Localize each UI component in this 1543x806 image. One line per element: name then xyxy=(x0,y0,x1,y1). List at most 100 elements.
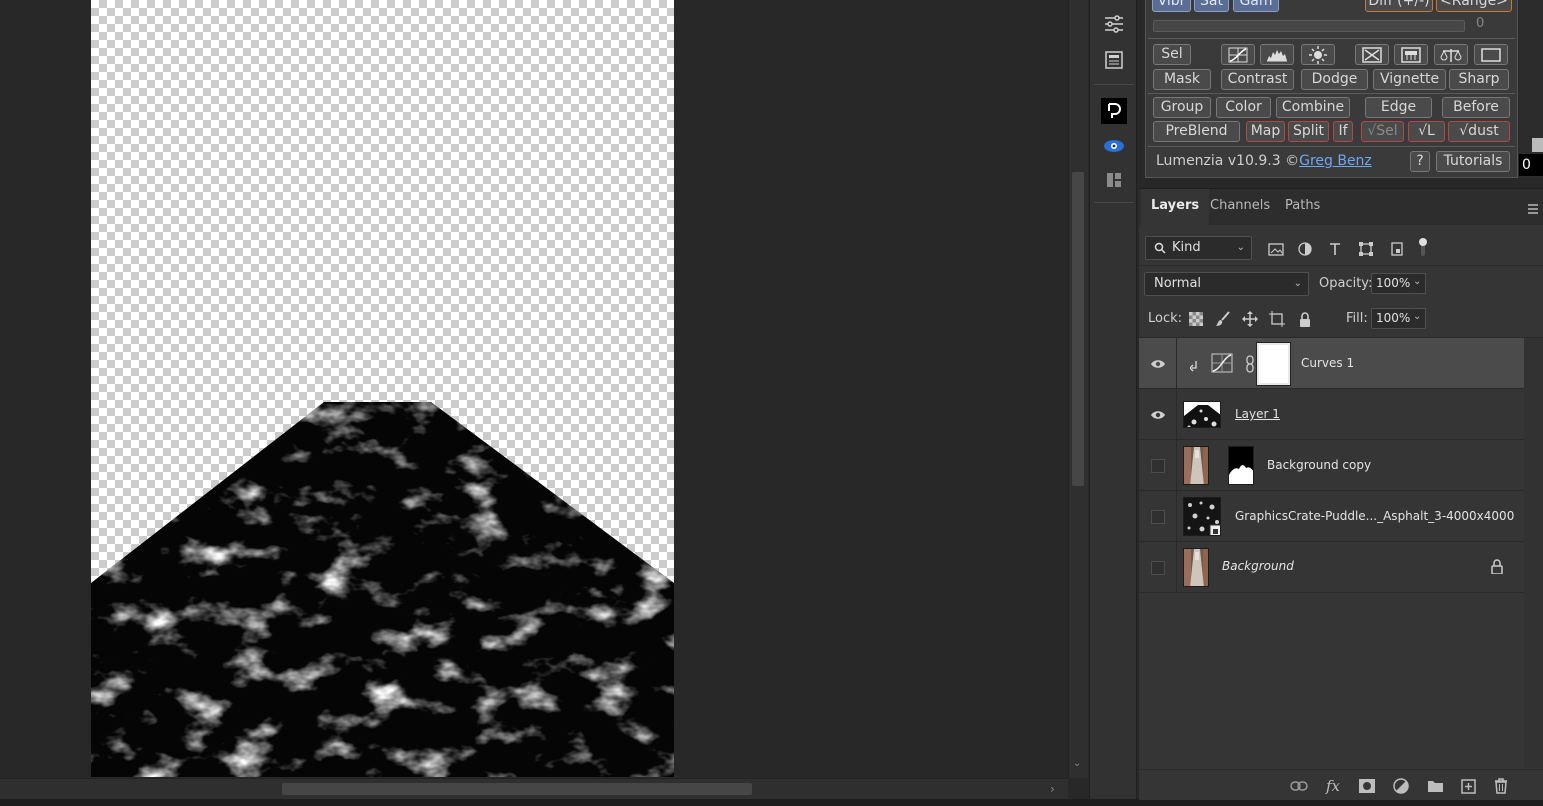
gam-button[interactable]: Gam xyxy=(1233,0,1279,12)
layer-name[interactable]: Curves 1 xyxy=(1301,356,1354,370)
tab-paths[interactable]: Paths xyxy=(1275,189,1330,225)
lock-all-icon[interactable] xyxy=(1296,310,1314,328)
split-button[interactable]: Split xyxy=(1288,121,1329,142)
visibility-toggle[interactable] xyxy=(1139,491,1177,542)
layer-name[interactable]: GraphicsCrate-Puddle..._Asphalt_3-4000x4… xyxy=(1235,509,1514,523)
filter-pixel-icon[interactable] xyxy=(1267,240,1285,258)
sat-button[interactable]: Sat xyxy=(1194,0,1229,12)
lumenzia-slider[interactable] xyxy=(1153,20,1465,32)
libraries-icon[interactable] xyxy=(1102,48,1126,72)
layer-row-background-copy[interactable]: Background copy xyxy=(1139,440,1524,491)
tab-channels[interactable]: Channels xyxy=(1200,189,1280,225)
new-group-icon[interactable] xyxy=(1425,776,1445,796)
fill-input[interactable]: 100% xyxy=(1371,308,1411,329)
combine-button[interactable]: Combine xyxy=(1276,97,1350,118)
brightness-icon[interactable] xyxy=(1301,44,1335,65)
layer-mask-thumbnail[interactable] xyxy=(1256,342,1291,386)
layer-name[interactable]: Layer 1 xyxy=(1235,407,1280,421)
layer-thumbnail[interactable] xyxy=(1183,497,1221,536)
layer-thumbnail[interactable] xyxy=(1183,446,1209,485)
dlogo-plugin-icon[interactable] xyxy=(1101,98,1127,124)
check-dust-button[interactable]: √dust xyxy=(1448,121,1510,142)
map-button[interactable]: Map xyxy=(1246,121,1285,142)
balance-scale-icon[interactable] xyxy=(1434,44,1468,65)
scroll-down-arrow-icon[interactable]: ⌄ xyxy=(1073,758,1081,769)
side-scroll-grip[interactable] xyxy=(1532,138,1543,152)
puzzle-plugin-icon[interactable] xyxy=(1102,168,1126,192)
exposure-box-icon[interactable] xyxy=(1355,44,1389,65)
opacity-dropdown[interactable]: ⌄ xyxy=(1410,273,1426,294)
document-workspace[interactable] xyxy=(0,0,1068,778)
mask-button[interactable]: Mask xyxy=(1153,69,1211,90)
filter-toggle[interactable] xyxy=(1418,236,1428,258)
blend-mode-select[interactable]: Normal ⌄ xyxy=(1144,272,1309,296)
tutorials-button[interactable]: Tutorials xyxy=(1436,151,1510,172)
diff-button[interactable]: Diff (+/-) xyxy=(1365,0,1433,12)
layer-name[interactable]: Background copy xyxy=(1267,458,1371,472)
layer-row-curves-1[interactable]: Curves 1 xyxy=(1139,338,1524,389)
visibility-toggle[interactable] xyxy=(1139,389,1177,440)
eye-plugin-icon[interactable] xyxy=(1102,134,1126,158)
chain-link-icon[interactable] xyxy=(1245,355,1255,377)
lock-position-move-icon[interactable] xyxy=(1241,310,1259,328)
lock-icon[interactable] xyxy=(1491,559,1503,578)
histogram-icon[interactable] xyxy=(1260,44,1294,65)
filter-adjustment-icon[interactable] xyxy=(1296,240,1314,258)
layer-name[interactable]: Background xyxy=(1222,559,1294,573)
author-link[interactable]: Greg Benz xyxy=(1299,153,1372,169)
lock-artboard-icon[interactable] xyxy=(1268,310,1286,328)
opacity-input[interactable]: 100% xyxy=(1371,273,1411,294)
fx-icon[interactable]: fx xyxy=(1323,776,1343,796)
sharp-button[interactable]: Sharp xyxy=(1449,69,1509,90)
vertical-scroll-thumb[interactable] xyxy=(1072,172,1084,486)
document-canvas[interactable] xyxy=(91,0,674,777)
preblend-button[interactable]: PreBlend xyxy=(1153,121,1240,142)
layer-thumbnail[interactable] xyxy=(1183,401,1221,428)
lock-transparent-icon[interactable] xyxy=(1187,310,1205,328)
filter-smart-object-icon[interactable] xyxy=(1388,240,1406,258)
frame-box-icon[interactable] xyxy=(1474,44,1508,65)
vibr-button[interactable]: Vibr xyxy=(1152,0,1191,12)
layer-list-scrollbar[interactable] xyxy=(1524,338,1543,768)
panel-menu-icon[interactable] xyxy=(1527,199,1539,218)
lock-paint-brush-icon[interactable] xyxy=(1214,310,1232,328)
vignette-button[interactable]: Vignette xyxy=(1373,69,1446,90)
layer-thumbnail[interactable] xyxy=(1183,548,1209,587)
vertical-scrollbar[interactable]: ⌄ xyxy=(1068,0,1088,778)
add-mask-icon[interactable] xyxy=(1357,776,1377,796)
visibility-toggle[interactable] xyxy=(1139,440,1177,491)
layer-row-asphalt-smart-object[interactable]: GraphicsCrate-Puddle..._Asphalt_3-4000x4… xyxy=(1139,491,1524,542)
visibility-toggle[interactable] xyxy=(1139,542,1177,593)
link-layers-icon[interactable] xyxy=(1289,776,1309,796)
range-button[interactable]: <Range> xyxy=(1436,0,1512,12)
fill-dropdown[interactable]: ⌄ xyxy=(1410,308,1426,329)
lumenzia-side-scroll[interactable] xyxy=(1519,0,1543,178)
horizontal-scrollbar[interactable]: › xyxy=(0,778,1068,799)
curve-lines-icon[interactable] xyxy=(1221,44,1255,65)
layer-row-layer-1[interactable]: Layer 1 xyxy=(1139,389,1524,440)
contrast-button[interactable]: Contrast xyxy=(1221,69,1294,90)
adjustments-icon[interactable] xyxy=(1102,12,1126,36)
edge-button[interactable]: Edge xyxy=(1365,97,1432,118)
group-button[interactable]: Group xyxy=(1153,97,1211,118)
horizontal-scroll-thumb[interactable] xyxy=(282,783,752,795)
delete-layer-icon[interactable] xyxy=(1491,776,1511,796)
help-button[interactable]: ? xyxy=(1410,151,1430,172)
levels-box-icon[interactable] xyxy=(1394,44,1428,65)
tab-layers[interactable]: Layers xyxy=(1141,189,1210,225)
check-sel-button[interactable]: √Sel xyxy=(1361,121,1404,142)
color-button[interactable]: Color xyxy=(1216,97,1271,118)
new-layer-icon[interactable] xyxy=(1458,776,1478,796)
if-button[interactable]: If xyxy=(1333,121,1353,142)
sel-button[interactable]: Sel xyxy=(1153,44,1191,65)
filter-shape-icon[interactable] xyxy=(1357,240,1375,258)
check-l-button[interactable]: √L xyxy=(1408,121,1445,142)
filter-type-icon[interactable] xyxy=(1326,240,1344,258)
side-value-box[interactable]: 0 xyxy=(1519,154,1543,176)
scroll-right-arrow-icon[interactable]: › xyxy=(1050,782,1055,796)
visibility-toggle[interactable] xyxy=(1139,338,1177,389)
dodge-button[interactable]: Dodge xyxy=(1301,69,1368,90)
filter-kind-select[interactable]: Kind ⌄ xyxy=(1145,236,1252,260)
adjustment-layer-icon[interactable] xyxy=(1391,776,1411,796)
before-button[interactable]: Before xyxy=(1442,97,1510,118)
